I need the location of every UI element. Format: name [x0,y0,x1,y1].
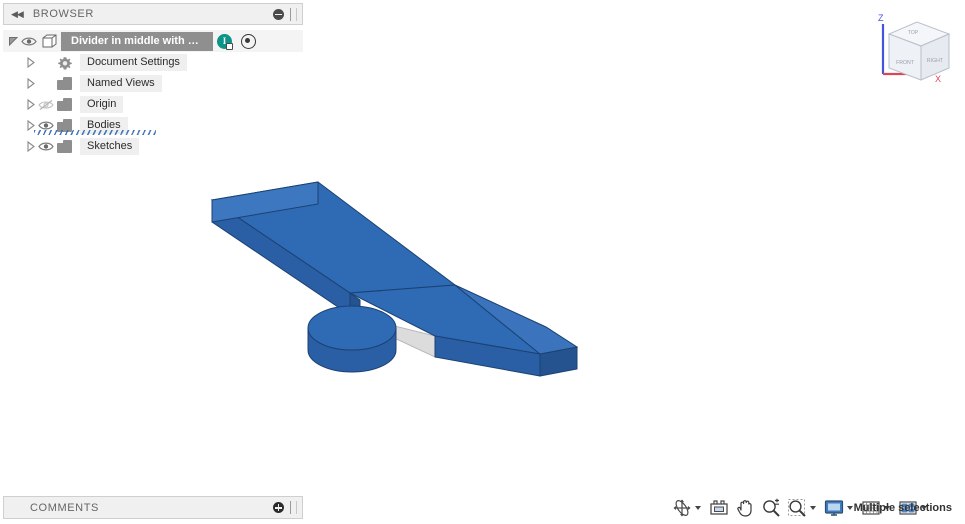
unsaved-indicator-badge[interactable]: I [217,33,233,50]
gear-icon [57,56,73,70]
panel-grip-icon[interactable] [290,7,297,21]
display-settings-icon [823,497,845,519]
status-message: Multiple selections [853,502,952,514]
zoom-magnifier-icon [760,497,782,519]
zoom-button[interactable] [759,495,783,521]
view-cube-right-label: RIGHT [927,58,944,64]
comments-title: COMMENTS [30,501,99,514]
chevron-down-icon[interactable] [810,506,816,510]
x-axis-label: X [935,74,941,84]
spacer-no-visibility [37,77,55,91]
tree-item-sketches[interactable]: Sketches [0,136,306,157]
expand-collapse-icon[interactable] [24,77,37,90]
circle-plus-icon[interactable] [273,502,284,513]
browser-panel-header[interactable]: ◀◀ BROWSER [3,3,303,25]
chevron-down-icon[interactable] [695,506,701,510]
view-cube[interactable]: Z X TOP FRONT RIGHT [869,8,955,94]
expand-collapse-icon[interactable] [24,98,37,111]
look-at-button[interactable] [707,495,731,521]
tree-item-bodies[interactable]: Bodies [0,115,306,136]
browser-tree: Divider in middle with pu... I Document … [0,30,306,157]
expand-collapse-icon[interactable] [24,56,37,69]
chevron-down-icon[interactable] [847,506,853,510]
document-name-label[interactable]: Divider in middle with pu... [61,31,213,51]
comments-actions [273,501,302,514]
tree-root-row[interactable]: Divider in middle with pu... I [3,30,303,52]
comments-panel-header[interactable]: COMMENTS [3,496,303,519]
folder-icon [57,98,73,111]
view-cube-top-label: TOP [908,30,919,36]
expand-collapse-icon[interactable] [24,140,37,153]
view-cube-front-label: FRONT [896,60,915,66]
tree-item-label: Sketches [80,138,140,155]
orbit-icon [671,497,693,519]
double-left-arrow-icon[interactable]: ◀◀ [11,9,24,19]
tree-item-document-settings[interactable]: Document Settings [0,52,306,73]
eye-hidden-icon[interactable] [37,98,55,112]
pan-hand-icon [734,497,756,519]
pan-button[interactable] [733,495,757,521]
panel-grip-icon[interactable] [290,501,297,514]
orbit-button[interactable] [670,495,705,521]
fit-button[interactable] [785,495,820,521]
tree-item-label: Document Settings [80,54,187,71]
tree-item-label: Origin [80,96,124,113]
target-icon[interactable] [241,33,256,49]
document-cube-icon [42,34,57,48]
folder-icon [57,77,73,90]
circle-minus-icon[interactable] [273,8,284,20]
eye-icon[interactable] [20,34,38,48]
tree-item-origin[interactable]: Origin [0,94,306,115]
z-axis-label: Z [878,13,884,23]
folder-icon [57,140,73,153]
display-settings-button[interactable] [822,495,857,521]
partial-selection-indicator [34,130,156,135]
tree-item-label: Named Views [80,75,162,92]
look-at-icon [708,497,730,519]
browser-panel-title: BROWSER [32,8,94,20]
expand-collapse-icon[interactable] [7,35,20,48]
spacer-no-visibility [37,56,55,70]
tree-item-named-views[interactable]: Named Views [0,73,306,94]
eye-icon[interactable] [37,140,55,154]
fit-magnifier-icon [786,497,808,519]
viewport-canvas[interactable]: Z X TOP FRONT RIGHT Multiple selections [210,0,965,524]
body-puck [307,305,397,373]
cad-model[interactable] [200,170,620,420]
browser-header-actions [273,7,302,21]
